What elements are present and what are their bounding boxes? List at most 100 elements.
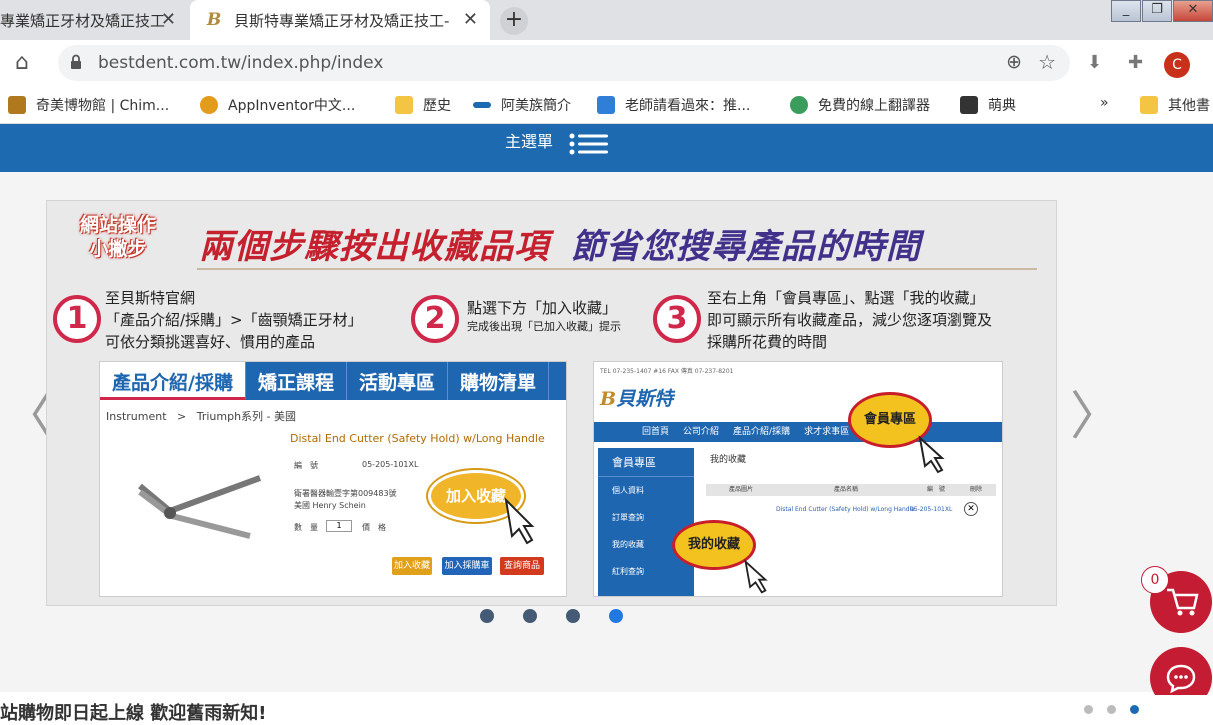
main-menu-label[interactable]: 主選單 (505, 128, 553, 152)
chat-bubble-icon (1166, 664, 1196, 694)
member-page-screenshot: TEL 07-235-1407 #16 FAX 傳真 07-237-8201 B… (593, 361, 1003, 597)
lock-icon[interactable] (70, 54, 82, 70)
nav-item: 求才求事區 (804, 427, 850, 437)
col-header: 編 號 (926, 486, 945, 493)
cursor-icon (744, 559, 768, 594)
home-icon[interactable]: ⌂ (15, 50, 29, 75)
bookmark-label: 老師請看過來：推... (625, 98, 751, 114)
topbar-text: TEL 07-235-1407 #16 FAX 傳真 07-237-8201 (600, 368, 734, 375)
step-number: 2 (411, 295, 459, 343)
step2-text: 點選下方「加入收藏」 完成後出現「已加入收藏」提示 (467, 297, 621, 335)
qty-select: 1 (326, 520, 352, 532)
sidebar-item: 訂單查詢 (612, 513, 644, 522)
moedict-icon (960, 96, 978, 114)
appinventor-icon (200, 96, 218, 114)
carousel-dots (480, 609, 652, 623)
step3-text: 至右上角「會員專區」、點選「我的收藏」 即可顯示所有收藏產品，減少您逐項瀏覽及 … (707, 287, 992, 353)
badge-line: 小撇步 (89, 238, 147, 260)
bookmarks-more-button[interactable]: » (1100, 95, 1109, 111)
globe-icon (790, 96, 808, 114)
nav-item: 矯正課程 (246, 362, 347, 400)
price-label: 價 格 (362, 523, 386, 532)
news-ticker: 站購物即日起上線 歡迎舊雨新知! (0, 695, 1213, 724)
hamburger-menu-icon[interactable] (569, 132, 609, 156)
bookmark-item[interactable]: 歷史 (395, 95, 451, 115)
step-line: 「產品介紹/採購」>「齒顎矯正牙材」 (105, 311, 363, 329)
main-menu-bar[interactable]: 主選單 (0, 124, 1213, 172)
bookmark-label: 歷史 (423, 98, 451, 114)
tab-title: 貝斯特專業矯正牙材及矯正技工- (234, 11, 450, 30)
ticker-dot-active[interactable] (1130, 705, 1139, 714)
carousel-stage: 〈 〉 網站操作 小撇步 兩個步驟按出收藏品項 節省您搜尋產品的時間 1 至貝斯特… (0, 172, 1213, 692)
delete-icon: ✕ (964, 502, 978, 516)
headline-red: 兩個步驟按出收藏品項 (199, 227, 549, 267)
code-label: 編 號 (294, 461, 318, 470)
minimize-button[interactable]: _ (1111, 0, 1141, 22)
step-line: 至貝斯特官網 (105, 289, 196, 307)
bookmark-item[interactable]: 奇美博物館 | Chim... (8, 95, 169, 115)
breadcrumb: Instrument > Triumph系列 - 美國 (106, 410, 297, 423)
carousel-dot[interactable] (523, 609, 537, 623)
sidebar-title: 會員專區 (598, 448, 694, 477)
sidebar-item: 紅利查詢 (612, 567, 644, 576)
bookmark-item[interactable]: AppInventor中文... (200, 95, 355, 115)
bookmark-item[interactable]: 老師請看過來：推... (597, 95, 750, 115)
screenshot-nav: 產品介紹/採購 矯正課程 活動專區 購物清單 (100, 362, 566, 400)
maximize-button[interactable]: ❐ (1142, 0, 1172, 22)
close-tab-icon[interactable]: ✕ (161, 9, 176, 30)
ticker-text: 站購物即日起上線 歡迎舊雨新知! (0, 703, 267, 724)
carousel-dot[interactable] (566, 609, 580, 623)
ticker-dot[interactable] (1084, 705, 1093, 714)
nav-item: 回首頁 (642, 427, 670, 437)
qty-label: 數 量 (294, 523, 318, 532)
carousel-dot[interactable] (480, 609, 494, 623)
code-value: 05-205-101XL (362, 460, 419, 469)
cart-count-badge: 0 (1141, 566, 1169, 594)
new-tab-button[interactable]: + (500, 7, 528, 35)
url-text[interactable]: bestdent.com.tw/index.php/index (98, 53, 383, 73)
close-tab-icon[interactable]: ✕ (463, 9, 478, 30)
carousel-next-arrow-icon[interactable]: 〉 (1070, 374, 1122, 449)
download-extension-icon[interactable]: ⬇ (1087, 52, 1102, 73)
zoom-icon[interactable]: ⊕ (1006, 51, 1022, 73)
col-header: 刪除 (969, 486, 982, 493)
bookmark-item[interactable]: 阿美族簡介 (473, 95, 571, 115)
ticker-dots (1084, 705, 1153, 714)
window-controls: _ ❐ ✕ (1110, 0, 1213, 22)
step-line: 點選下方「加入收藏」 (467, 299, 618, 317)
list-title: 我的收藏 (710, 455, 747, 465)
step1-text: 至貝斯特官網 「產品介紹/採購」>「齒顎矯正牙材」 可依分類挑選喜好、慣用的產品 (105, 287, 363, 353)
carousel-slide[interactable]: 網站操作 小撇步 兩個步驟按出收藏品項 節省您搜尋產品的時間 1 至貝斯特官網 「… (46, 200, 1057, 606)
profile-avatar[interactable]: C (1164, 52, 1190, 78)
tips-badge: 網站操作 小撇步 (63, 213, 173, 269)
ticker-dot[interactable] (1107, 705, 1116, 714)
headline-blue: 節省您搜尋產品的時間 (571, 227, 921, 267)
step-line: 可依分類挑選喜好、慣用的產品 (105, 333, 316, 351)
bookmark-label: 阿美族簡介 (501, 98, 571, 114)
bookmark-item[interactable]: 免費的線上翻譯器 (790, 95, 930, 115)
product-title: Distal End Cutter (Safety Hold) w/Long H… (290, 432, 545, 445)
bookmark-star-icon[interactable]: ☆ (1038, 50, 1056, 74)
nav-item: 公司介紹 (683, 427, 720, 437)
bestdent-favicon-icon: B (206, 10, 222, 30)
omnibox[interactable]: bestdent.com.tw/index.php/index ⊕ ☆ (58, 45, 1070, 81)
flag-icon (473, 102, 491, 108)
badge-line: 網站操作 (79, 214, 156, 236)
favorite-row-code: 05-205-101XL (910, 506, 953, 513)
bookmark-label: 免費的線上翻譯器 (818, 98, 930, 114)
carousel-dot-active[interactable] (609, 609, 623, 623)
extensions-puzzle-icon[interactable]: ✚ (1128, 52, 1143, 73)
address-bar-row: ⌂ bestdent.com.tw/index.php/index ⊕ ☆ ⬇ … (0, 40, 1213, 86)
close-window-button[interactable]: ✕ (1173, 0, 1213, 22)
step-line: 即可顯示所有收藏產品，減少您逐項瀏覽及 (707, 311, 993, 329)
tab-title: 專業矯正牙材及矯正技工 (0, 11, 166, 30)
chart-icon (597, 96, 615, 114)
sidebar-item: 個人資料 (612, 486, 644, 495)
folder-icon (395, 96, 413, 114)
tab-bar: 專業矯正牙材及矯正技工 ✕ B 貝斯特專業矯正牙材及矯正技工- ✕ + _ ❐ … (0, 0, 1213, 40)
tab-active[interactable]: B 貝斯特專業矯正牙材及矯正技工- ✕ (190, 0, 490, 40)
bookmark-item[interactable]: 萌典 (960, 95, 1016, 115)
other-bookmarks-folder[interactable]: 其他書 (1140, 95, 1210, 115)
license-text: 衛署醫器輸壹字第009483號 (294, 489, 397, 498)
tab-inactive[interactable]: 專業矯正牙材及矯正技工 ✕ (0, 0, 188, 40)
